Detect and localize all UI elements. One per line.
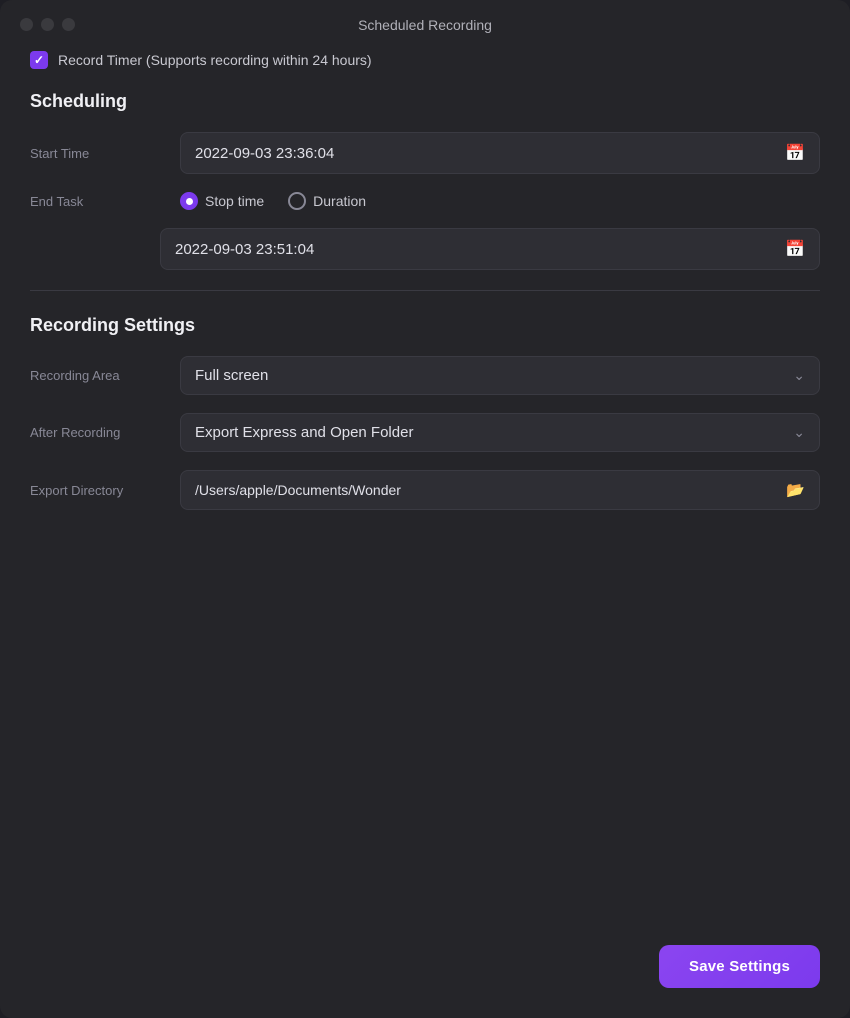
start-time-field-wrap: 2022-09-03 23:36:04 📅 bbox=[180, 132, 820, 174]
start-time-input[interactable]: 2022-09-03 23:36:04 📅 bbox=[180, 132, 820, 174]
export-directory-field-wrap: /Users/apple/Documents/Wonder 📂 bbox=[180, 470, 820, 510]
start-time-calendar-icon[interactable]: 📅 bbox=[785, 143, 805, 163]
record-timer-checkbox[interactable] bbox=[30, 51, 48, 69]
stop-time-input[interactable]: 2022-09-03 23:51:04 📅 bbox=[160, 228, 820, 270]
recording-area-chevron-icon: ⌄ bbox=[793, 367, 805, 384]
after-recording-field-wrap: Export Express and Open Folder ⌄ bbox=[180, 413, 820, 452]
stop-time-label: Stop time bbox=[205, 193, 264, 209]
traffic-lights bbox=[20, 18, 75, 31]
recording-area-field-wrap: Full screen ⌄ bbox=[180, 356, 820, 395]
end-task-date-row: 2022-09-03 23:51:04 📅 bbox=[30, 228, 820, 270]
content-area: Record Timer (Supports recording within … bbox=[0, 41, 850, 925]
recording-area-select[interactable]: Full screen ⌄ bbox=[180, 356, 820, 395]
start-time-label: Start Time bbox=[30, 146, 160, 161]
after-recording-label: After Recording bbox=[30, 425, 160, 440]
stop-time-radio[interactable] bbox=[180, 192, 198, 210]
duration-radio[interactable] bbox=[288, 192, 306, 210]
after-recording-select[interactable]: Export Express and Open Folder ⌄ bbox=[180, 413, 820, 452]
start-time-value: 2022-09-03 23:36:04 bbox=[195, 145, 334, 162]
maximize-button[interactable] bbox=[62, 18, 75, 31]
scheduling-section: Scheduling Start Time 2022-09-03 23:36:0… bbox=[30, 91, 820, 270]
recording-settings-title: Recording Settings bbox=[30, 315, 820, 336]
end-task-date-field-wrap: 2022-09-03 23:51:04 📅 bbox=[160, 228, 820, 270]
stop-time-value: 2022-09-03 23:51:04 bbox=[175, 241, 314, 258]
section-divider bbox=[30, 290, 820, 291]
duration-option[interactable]: Duration bbox=[288, 192, 366, 210]
close-button[interactable] bbox=[20, 18, 33, 31]
end-task-label: End Task bbox=[30, 194, 160, 209]
export-directory-value: /Users/apple/Documents/Wonder bbox=[195, 482, 401, 498]
after-recording-chevron-icon: ⌄ bbox=[793, 424, 805, 441]
export-directory-label: Export Directory bbox=[30, 483, 160, 498]
after-recording-value: Export Express and Open Folder bbox=[195, 424, 413, 441]
start-time-row: Start Time 2022-09-03 23:36:04 📅 bbox=[30, 132, 820, 174]
scheduling-section-title: Scheduling bbox=[30, 91, 820, 112]
save-settings-button[interactable]: Save Settings bbox=[659, 945, 820, 988]
end-task-options: Stop time Duration bbox=[180, 192, 820, 210]
after-recording-row: After Recording Export Express and Open … bbox=[30, 413, 820, 452]
minimize-button[interactable] bbox=[41, 18, 54, 31]
stop-time-option[interactable]: Stop time bbox=[180, 192, 264, 210]
window-title: Scheduled Recording bbox=[358, 17, 492, 33]
export-directory-input[interactable]: /Users/apple/Documents/Wonder 📂 bbox=[180, 470, 820, 510]
titlebar: Scheduled Recording bbox=[0, 0, 850, 41]
record-timer-label: Record Timer (Supports recording within … bbox=[58, 52, 372, 68]
folder-icon[interactable]: 📂 bbox=[786, 481, 805, 499]
recording-area-label: Recording Area bbox=[30, 368, 160, 383]
recording-area-value: Full screen bbox=[195, 367, 268, 384]
end-task-row: End Task Stop time Duration bbox=[30, 192, 820, 210]
main-window: Scheduled Recording Record Timer (Suppor… bbox=[0, 0, 850, 1018]
recording-settings-section: Recording Settings Recording Area Full s… bbox=[30, 315, 820, 510]
export-directory-row: Export Directory /Users/apple/Documents/… bbox=[30, 470, 820, 510]
recording-area-row: Recording Area Full screen ⌄ bbox=[30, 356, 820, 395]
stop-time-calendar-icon[interactable]: 📅 bbox=[785, 239, 805, 259]
duration-label: Duration bbox=[313, 193, 366, 209]
bottom-bar: Save Settings bbox=[0, 925, 850, 1018]
record-timer-row: Record Timer (Supports recording within … bbox=[30, 51, 820, 69]
